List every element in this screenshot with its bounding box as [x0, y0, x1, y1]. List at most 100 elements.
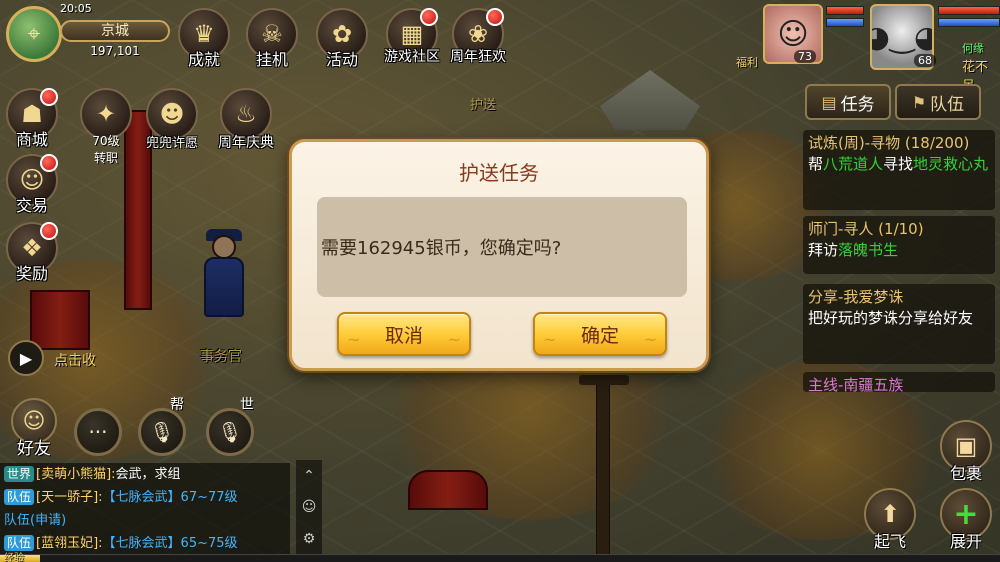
microphone-icon: 🎙 [217, 420, 243, 444]
fly-label: 起飞 [873, 532, 906, 551]
tab-quest[interactable]: ▤ 任务 [805, 84, 891, 120]
click-hint: 点击收 [54, 353, 96, 369]
skull-mask-icon: ☠ [261, 20, 283, 48]
settings-gear-icon[interactable]: ⚙ [303, 531, 316, 547]
confirm-button[interactable]: 确定 [533, 312, 667, 356]
quest-desc-mid: 寻找 [883, 155, 914, 173]
tab-team[interactable]: ⚑ 队伍 [895, 84, 981, 120]
pet-hp-bar [826, 6, 864, 15]
trophy-icon: ♛ [193, 20, 215, 48]
lion-dance-icon: ✿ [331, 20, 353, 48]
dialog-message-box: 需要162945银币，您确定吗? [317, 197, 687, 297]
emoji-icon[interactable]: ☺ [302, 499, 317, 515]
escort-quest-dialog: 护送任务 需要162945银币，您确定吗? 取消 确定 [289, 139, 709, 371]
auto-battle-label: 挂机 [255, 50, 288, 69]
expand-label: 展开 [949, 532, 982, 551]
community-button[interactable]: ▦ 游戏社区 [380, 8, 444, 66]
shop-button[interactable]: ☗ 商城 [0, 88, 64, 150]
friends-button[interactable]: ☺ 好友 [6, 398, 62, 459]
location-name[interactable]: 京城 [60, 20, 170, 42]
chat-message: 会武，求组 [115, 467, 181, 482]
chat-sender[interactable]: [天一骄子]: [36, 490, 103, 505]
chevron-up-icon[interactable]: ⌃ [303, 468, 315, 484]
dialog-message: 需要162945银币，您确定吗? [321, 238, 562, 259]
chat-message[interactable]: (申请) [30, 513, 66, 528]
pet-mp-bar [826, 18, 864, 27]
welfare-tag[interactable]: 福利 [736, 54, 758, 70]
quest-item-sect[interactable]: 师门-寻人 (1/10) 拜访落魄书生 [803, 216, 995, 274]
bag-label: 包裹 [949, 464, 982, 483]
tab-quest-label: 任务 [840, 94, 875, 115]
auto-battle-button[interactable]: ☠ 挂机 [240, 8, 304, 70]
level-up-icon: ✦ [95, 100, 117, 128]
bag-button[interactable]: ▣ 包裹 [936, 420, 996, 484]
wish-button[interactable]: ☻ 兜兜许愿 [140, 88, 204, 151]
exp-label: 经验 [4, 553, 24, 562]
anniversary-celebration-label: 周年庆典 [218, 135, 274, 151]
chat-sender[interactable]: [卖萌小熊猫]: [36, 467, 116, 482]
chat-line: 队伍 [天一骄子]:【七脉会武】67~77级 [4, 486, 290, 509]
chat-side-controls: ⌃ ☺ ⚙ [296, 460, 322, 555]
notification-dot [40, 222, 58, 240]
achievement-label: 成就 [187, 50, 220, 69]
wish-icon: ☻ [159, 100, 185, 128]
quest-npc-link[interactable]: 落魄书生 [838, 241, 898, 259]
chat-button[interactable]: ··· [74, 408, 122, 456]
chat-channel-text: 队伍 [4, 513, 31, 528]
quest-npc-link[interactable]: 八荒道人 [823, 155, 883, 173]
activity-label: 活动 [325, 50, 358, 69]
chat-sender[interactable]: [蓝翎玉妃]: [36, 536, 103, 551]
quest-item-main[interactable]: 主线-南疆五族 [803, 372, 995, 392]
job-change-level: 70级 [92, 134, 120, 148]
chat-bubble-icon: ··· [88, 420, 108, 444]
expand-button[interactable]: + 展开 [936, 488, 996, 552]
quest-title: 试炼(周)-寻物 (18/200) [808, 134, 970, 152]
cake-icon: ♨ [235, 100, 257, 128]
gift-icon: ❖ [21, 234, 43, 262]
player-hp-bar [938, 6, 1000, 15]
achievement-button[interactable]: ♛ 成就 [172, 8, 236, 70]
play-icon[interactable]: ▶ [8, 340, 44, 376]
pet-level: 73 [794, 50, 816, 63]
fly-button[interactable]: ⬆ 起飞 [860, 488, 920, 552]
trade-button[interactable]: ☺ 交易 [0, 154, 64, 216]
chat-message[interactable]: 【七脉会武】67~77级 [103, 490, 238, 505]
quest-item-link[interactable]: 地灵救心丸 [913, 155, 988, 173]
activity-button[interactable]: ✿ 活动 [310, 8, 374, 70]
channel-badge: 队伍 [4, 489, 35, 505]
friends-label: 好友 [17, 439, 51, 459]
reward-button[interactable]: ❖ 奖励 [0, 222, 64, 284]
job-change-button[interactable]: ✦ 70级 转职 [74, 88, 138, 166]
community-icon: ▦ [400, 20, 424, 48]
friends-icon: ☺ [22, 408, 46, 434]
quest-item-share[interactable]: 分享-我爱梦诛 把好玩的梦诛分享给好友 [803, 284, 995, 364]
world-voice-button[interactable]: 🎙 [206, 408, 254, 456]
chat-message[interactable]: 【七脉会武】65~75级 [103, 536, 238, 551]
notification-dot [40, 88, 58, 106]
guild-voice-button[interactable]: 🎙 [138, 408, 186, 456]
scroll-icon: ▤ [821, 92, 837, 112]
quest-item-trial[interactable]: 试炼(周)-寻物 (18/200) 帮八荒道人寻找地灵救心丸 [803, 130, 995, 210]
minimap-button[interactable]: ⌖ [6, 6, 62, 62]
chat-log[interactable]: 世界 [卖萌小熊猫]:会武，求组 队伍 [天一骄子]:【七脉会武】67~77级 队伍… [0, 463, 290, 555]
quest-tabs: ▤ 任务 ⚑ 队伍 [805, 84, 1000, 120]
anniversary-carnival-button[interactable]: ❀ 周年狂欢 [446, 8, 510, 66]
anniversary-celebration-button[interactable]: ♨ 周年庆典 [214, 88, 278, 152]
map-icon: ⌖ [27, 21, 41, 47]
cancel-button[interactable]: 取消 [337, 312, 471, 356]
exp-bar [0, 554, 1000, 562]
player-mp-bar [938, 18, 1000, 27]
chat-line: 队伍 [蓝翎玉妃]:【七脉会武】65~75级 [4, 532, 290, 555]
shop-icon: ☗ [21, 100, 43, 128]
player-guild-partial: 何缘 [962, 42, 984, 55]
player-level: 68 [914, 54, 936, 67]
chat-line: 队伍(申请) [4, 509, 290, 532]
quest-desc-prefix: 帮 [808, 155, 824, 173]
arrow-up-icon: ⬆ [879, 500, 901, 528]
notification-dot [40, 154, 58, 172]
plus-icon: + [953, 496, 979, 532]
microphone-icon: 🎙 [149, 420, 175, 444]
cat-mascot-icon: ❀ [467, 20, 489, 48]
chat-line: 世界 [卖萌小熊猫]:会武，求组 [4, 463, 290, 486]
tab-team-label: 队伍 [930, 94, 965, 115]
